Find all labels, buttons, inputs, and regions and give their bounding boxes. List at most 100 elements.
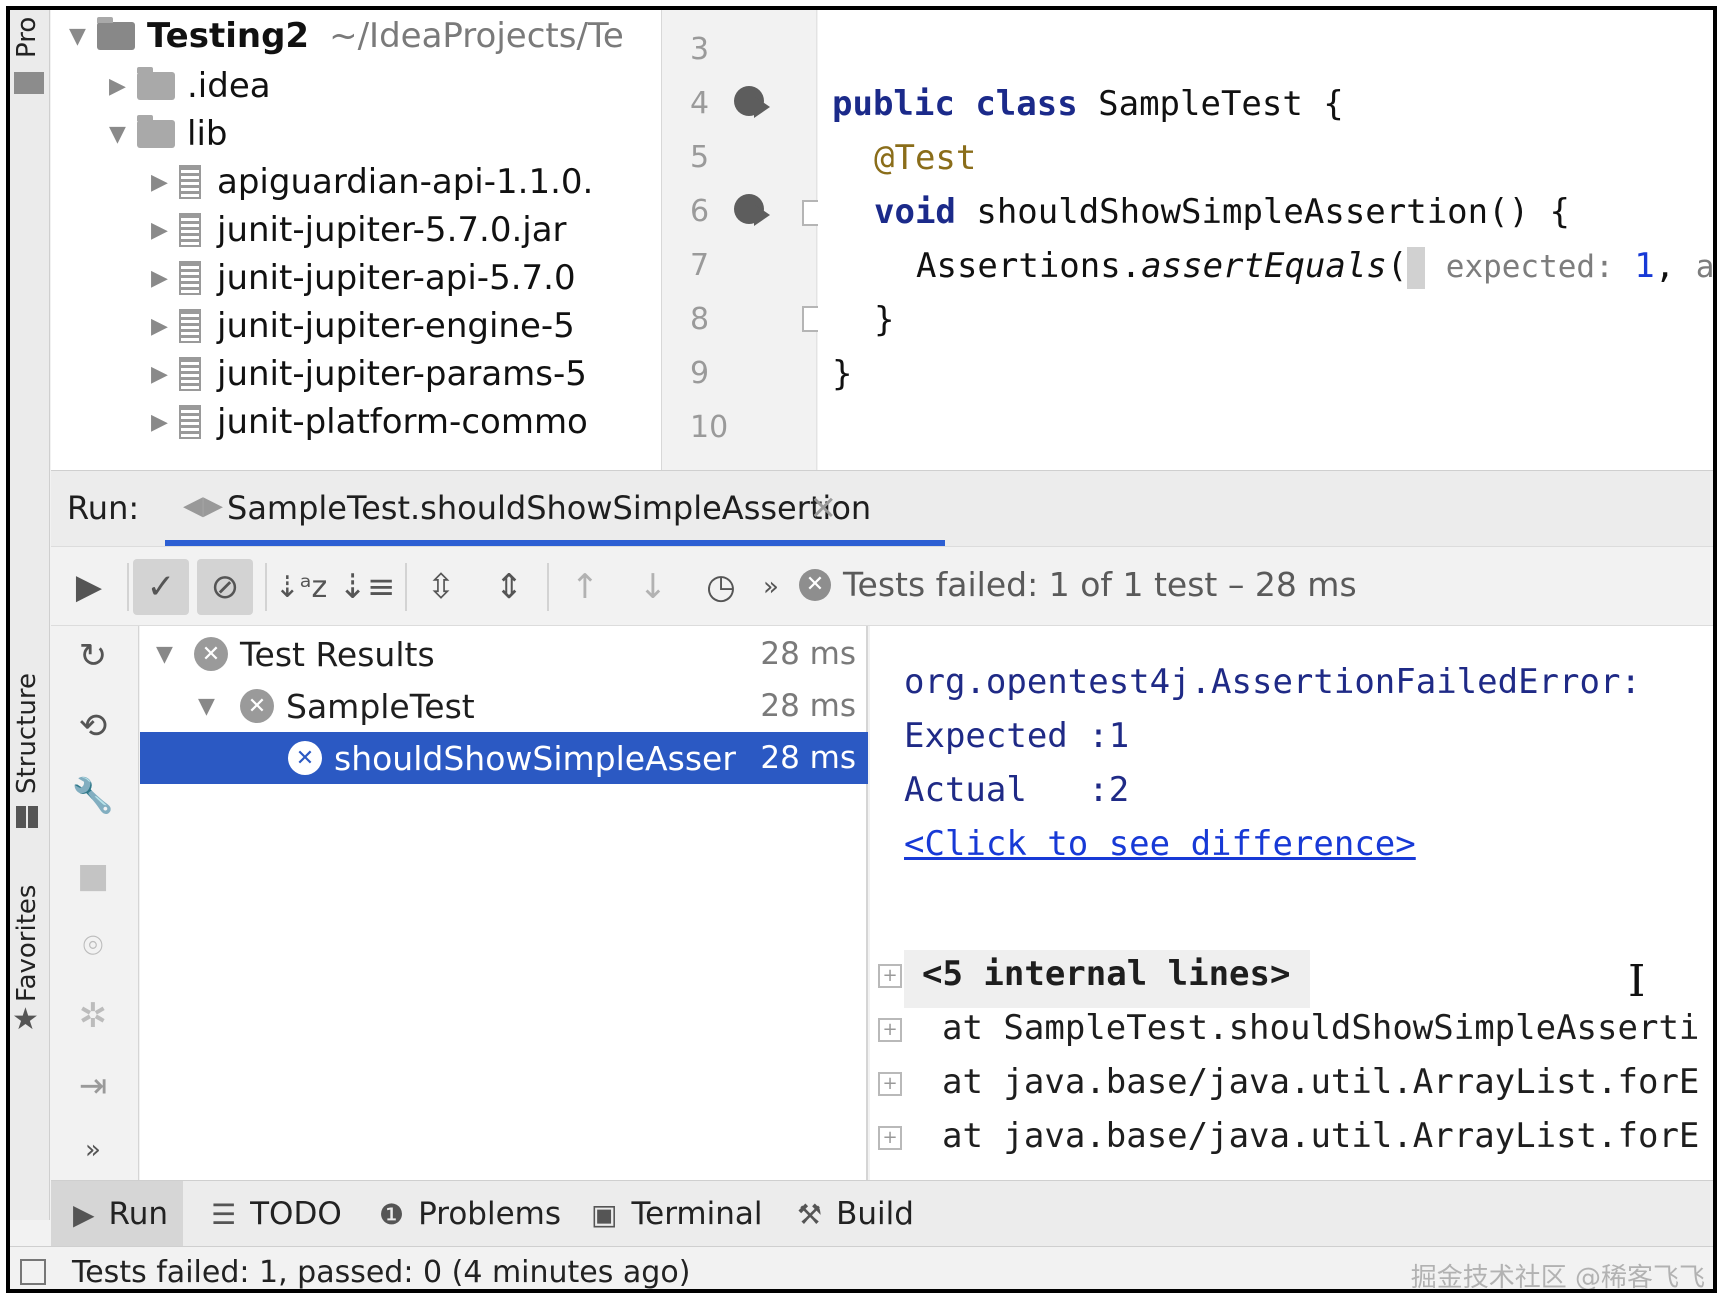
jar-icon — [179, 213, 201, 247]
tree-item-label: junit-jupiter-5.7.0.jar — [217, 210, 567, 250]
line-number: 10 — [690, 410, 729, 445]
chevron-down-icon[interactable]: ▼ — [109, 122, 137, 147]
more-icon[interactable]: » — [69, 1126, 117, 1174]
close-icon[interactable]: × — [809, 487, 838, 527]
list-icon: ☰ — [211, 1197, 237, 1231]
chevron-right-icon[interactable]: ▶ — [151, 362, 179, 387]
jar-icon — [179, 261, 201, 295]
tree-item-label: apiguardian-api-1.1.0. — [217, 162, 594, 202]
chevron-down-icon[interactable]: ▼ — [198, 694, 222, 719]
stop-icon[interactable]: ■ — [69, 852, 117, 900]
code-line-7: Assertions.assertEquals( expected: 1, ac… — [916, 246, 1713, 289]
code-line-5: @Test — [874, 138, 977, 178]
chevron-down-icon[interactable]: ▼ — [69, 24, 97, 49]
chevron-right-icon[interactable]: ▶ — [151, 170, 179, 195]
tree-item[interactable]: ▼ lib — [109, 110, 227, 158]
test-node-selected[interactable]: ✕ shouldShowSimpleAsser 28 ms — [140, 732, 868, 784]
arrow-up-icon[interactable]: ↑ — [557, 559, 613, 615]
expand-icon[interactable]: + — [878, 1072, 902, 1096]
tab-config-icon: ◀▶ — [183, 491, 223, 521]
test-node-label: shouldShowSimpleAsser — [334, 738, 736, 778]
import-icon[interactable]: ⇥ — [69, 1062, 117, 1110]
jar-icon — [179, 309, 201, 343]
tab-run[interactable]: ▶ Run — [51, 1181, 183, 1247]
structure-tool-tab[interactable]: Structure — [12, 673, 42, 794]
chevron-right-icon[interactable]: ▶ — [151, 218, 179, 243]
more-icon[interactable]: » — [743, 559, 799, 615]
arrow-down-icon[interactable]: ↓ — [625, 559, 681, 615]
test-node[interactable]: ▼ ✕ Test Results 28 ms — [140, 628, 868, 680]
console-output[interactable]: org.opentest4j.AssertionFailedError: Exp… — [870, 626, 1713, 1180]
tab-todo[interactable]: ☰ TODO — [211, 1181, 342, 1247]
stack-line[interactable]: at java.base/java.util.ArrayList.forE — [942, 1062, 1699, 1102]
run-gutter-icon[interactable] — [734, 86, 770, 118]
stack-line[interactable]: at SampleTest.shouldShowSimpleAsserti — [942, 1008, 1699, 1048]
tree-item[interactable]: ▶ .idea — [109, 62, 271, 110]
run-gutter-icon[interactable] — [734, 194, 770, 226]
expand-all-icon[interactable]: ⇳ — [413, 559, 469, 615]
expand-icon[interactable]: + — [878, 964, 902, 988]
project-tool-tab[interactable]: Pro — [12, 17, 42, 58]
root-path: ~/IdeaProjects/Te — [329, 16, 624, 56]
test-node[interactable]: ▼ ✕ SampleTest 28 ms — [140, 680, 868, 732]
debug-icon[interactable]: ✲ — [69, 992, 117, 1040]
expand-icon[interactable]: + — [878, 1018, 902, 1042]
run-panel-header: Run: ◀▶ SampleTest.shouldShowSimpleAsser… — [51, 470, 1713, 546]
test-status: ✕ Tests failed: 1 of 1 test – 28 ms — [799, 565, 1357, 604]
code-line-9: } — [832, 354, 853, 394]
tab-build[interactable]: ⚒ Build — [797, 1181, 914, 1247]
tree-root[interactable]: ▼ Testing2 ~/IdeaProjects/Te — [69, 12, 624, 60]
show-ignored-icon[interactable]: ⊘ — [197, 559, 253, 615]
tab-problems[interactable]: ❶ Problems — [379, 1181, 561, 1247]
tree-item-label: lib — [187, 114, 228, 154]
tree-item[interactable]: ▶ junit-jupiter-api-5.7.0 — [151, 254, 576, 302]
tree-item[interactable]: ▶ apiguardian-api-1.1.0. — [151, 158, 593, 206]
text-caret — [1407, 246, 1426, 289]
panel-toggle-icon[interactable] — [20, 1259, 46, 1285]
line-number: 9 — [690, 356, 710, 391]
chevron-down-icon[interactable]: ▼ — [156, 642, 180, 667]
test-time: 28 ms — [760, 688, 856, 724]
code-line-4: public class SampleTest { — [832, 84, 1344, 124]
parameter-hint: expected: — [1445, 249, 1614, 285]
structure-icon — [16, 806, 38, 828]
tree-item-label: junit-jupiter-params-5 — [217, 354, 587, 394]
history-clock-icon[interactable]: ◷ — [693, 559, 749, 615]
internal-lines[interactable]: <5 internal lines> — [922, 954, 1290, 994]
chevron-right-icon[interactable]: ▶ — [109, 74, 137, 99]
test-time: 28 ms — [760, 740, 856, 776]
tree-item[interactable]: ▶ junit-jupiter-5.7.0.jar — [151, 206, 567, 254]
camera-icon[interactable]: ⌾ — [69, 922, 117, 970]
code-editor[interactable]: public class SampleTest { @Test void sho… — [818, 10, 1713, 470]
line-number: 6 — [690, 194, 710, 229]
run-tab-label[interactable]: SampleTest.shouldShowSimpleAssertion — [227, 489, 871, 527]
jar-icon — [179, 165, 201, 199]
tree-item[interactable]: ▶ junit-platform-commo — [151, 398, 588, 446]
collapse-all-icon[interactable]: ⇕ — [481, 559, 537, 615]
chevron-right-icon[interactable]: ▶ — [151, 266, 179, 291]
chevron-right-icon[interactable]: ▶ — [151, 314, 179, 339]
rerun-icon[interactable]: ▶ — [61, 559, 117, 615]
folder-icon — [137, 115, 175, 148]
tree-item[interactable]: ▶ junit-jupiter-params-5 — [151, 350, 587, 398]
toolbar-separator — [127, 563, 129, 611]
show-passed-icon[interactable]: ✓ — [133, 559, 189, 615]
test-node-label: SampleTest — [286, 686, 475, 726]
favorites-tool-tab[interactable]: Favorites — [12, 885, 42, 1002]
toggle-auto-test-icon[interactable]: ⟲ — [69, 702, 117, 750]
tree-item-label: junit-jupiter-api-5.7.0 — [217, 258, 576, 298]
sort-duration-icon[interactable]: ⇣≡ — [339, 559, 396, 615]
error-line: org.opentest4j.AssertionFailedError: — [904, 662, 1641, 702]
wrench-icon[interactable]: 🔧 — [69, 772, 117, 820]
code-line-6: void shouldShowSimpleAssertion() { — [874, 192, 1570, 232]
diff-link[interactable]: <Click to see difference> — [904, 824, 1416, 864]
rerun-failed-icon[interactable]: ↻ — [69, 632, 117, 680]
tree-item-label: junit-platform-commo — [217, 402, 588, 442]
tree-item[interactable]: ▶ junit-jupiter-engine-5 — [151, 302, 575, 350]
sort-alpha-icon[interactable]: ⇣ᵃz — [273, 559, 329, 615]
chevron-right-icon[interactable]: ▶ — [151, 410, 179, 435]
hammer-icon: ⚒ — [797, 1197, 823, 1231]
stack-line[interactable]: at java.base/java.util.ArrayList.forE — [942, 1116, 1699, 1156]
expand-icon[interactable]: + — [878, 1126, 902, 1150]
tab-terminal[interactable]: ▣ Terminal — [591, 1181, 762, 1247]
